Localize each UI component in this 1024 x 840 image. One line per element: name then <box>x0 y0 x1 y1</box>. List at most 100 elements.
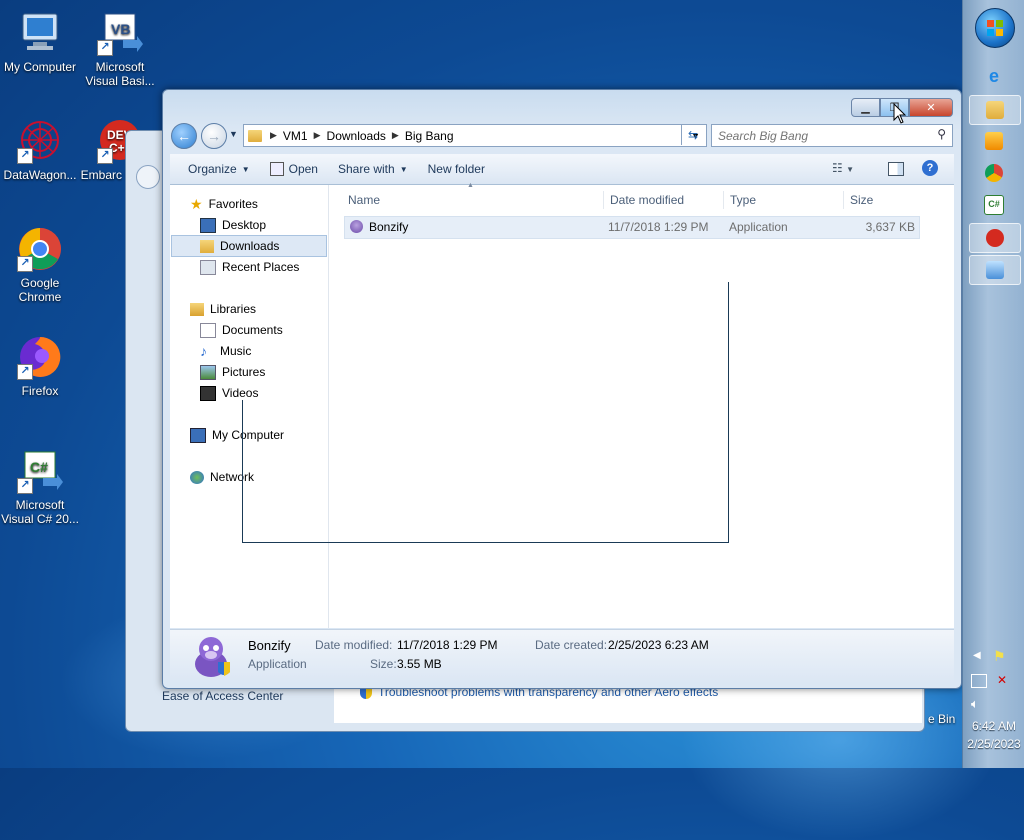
file-type: Application <box>729 220 788 234</box>
table-row[interactable]: Bonzify 11/7/2018 1:29 PM Application 3,… <box>344 216 920 239</box>
back-button[interactable]: ← <box>171 123 197 149</box>
computer-icon <box>17 10 63 56</box>
start-button[interactable] <box>975 8 1015 48</box>
nav-item-recent-places[interactable]: Recent Places <box>200 257 299 277</box>
desktop-icon-datawagon[interactable]: ↗ DataWagon... <box>0 118 80 182</box>
shortcut-arrow-icon: ↗ <box>97 40 113 56</box>
shortcut-arrow-icon: ↗ <box>17 256 33 272</box>
network-icon <box>190 470 204 484</box>
column-header-name[interactable]: Name <box>342 191 604 209</box>
desktop-icon-label: My Computer <box>3 60 77 74</box>
music-icon: ♪ <box>200 343 207 359</box>
desktop-icon-chrome[interactable]: ↗ Google Chrome <box>0 226 80 304</box>
visual-csharp-icon: C# ↗ <box>17 448 63 494</box>
taskbar: e C# ◀ ⚑ ✕ 🔈︎ 6:42 AM 2/25/2023 <box>962 0 1024 768</box>
recent-pages-chevron-icon[interactable]: ▼ <box>229 129 238 139</box>
nav-item-desktop[interactable]: Desktop <box>200 215 266 235</box>
computer-icon <box>190 427 206 443</box>
svg-text:C#: C# <box>30 459 48 475</box>
videos-icon <box>200 385 216 401</box>
open-icon <box>269 162 284 176</box>
desktop-icon-label: Firefox <box>21 384 59 398</box>
control-panel-icon <box>986 261 1004 279</box>
details-date-created-label: Date created: <box>535 638 608 652</box>
network-error-icon: ✕ <box>997 673 1008 687</box>
breadcrumb-downloads[interactable]: Downloads <box>321 129 392 143</box>
address-bar[interactable]: ▶ VM1 ▶ Downloads ▶ Big Bang ▼ <box>243 124 707 147</box>
visual-basic-icon: VB ↗ <box>97 10 143 56</box>
desktop-icon-label: Microsoft Visual Basi... <box>85 60 155 88</box>
desktop-icon-visual-basic[interactable]: VB ↗ Microsoft Visual Basi... <box>80 10 160 88</box>
desktop-icon-label: DataWagon... <box>3 168 77 182</box>
desktop-icon-visual-csharp[interactable]: C# ↗ Microsoft Visual C# 20... <box>0 448 80 526</box>
show-hidden-icons-chevron-icon[interactable]: ◀ <box>973 650 981 661</box>
taskbar-time[interactable]: 6:42 AM <box>963 719 1024 733</box>
breadcrumb-chevron-icon[interactable]: ▶ <box>392 130 399 141</box>
breadcrumb-big-bang[interactable]: Big Bang <box>399 129 460 143</box>
desktop-icon-my-computer[interactable]: My Computer <box>0 10 80 74</box>
shortcut-arrow-icon: ↗ <box>17 478 33 494</box>
svg-text:VB: VB <box>111 21 130 37</box>
taskbar-chrome-button[interactable] <box>969 159 1019 187</box>
datawagon-icon: ↗ <box>17 118 63 164</box>
nav-item-favorites[interactable]: ★ Favorites <box>190 194 258 214</box>
taskbar-ie-button[interactable]: e <box>969 62 1019 90</box>
new-folder-button[interactable]: New folder <box>418 162 495 176</box>
background-window-back-button[interactable] <box>136 165 160 189</box>
help-icon: ? <box>926 162 934 174</box>
column-header-type[interactable]: Type <box>724 191 844 209</box>
open-button[interactable]: Open <box>260 162 328 176</box>
file-name: Bonzify <box>369 220 409 234</box>
minimize-icon: ▁ <box>861 102 870 114</box>
organize-button[interactable]: Organize ▼ <box>178 162 260 176</box>
breadcrumb-chevron-icon[interactable]: ▶ <box>314 130 321 141</box>
chevron-down-icon: ▼ <box>241 164 250 174</box>
taskbar-date[interactable]: 2/25/2023 <box>963 737 1024 751</box>
share-with-button[interactable]: Share with ▼ <box>328 162 418 176</box>
search-icon[interactable]: ⚲ <box>937 127 946 141</box>
sort-indicator-icon: ▲ <box>467 182 474 189</box>
details-date-created: 2/25/2023 6:23 AM <box>608 638 709 652</box>
documents-icon <box>200 322 216 338</box>
desktop-icon-label: Microsoft Visual C# 20... <box>1 498 79 526</box>
taskbar-control-panel-button[interactable] <box>969 255 1021 285</box>
mouse-cursor-icon <box>893 103 907 124</box>
file-size: 3,637 KB <box>865 220 915 234</box>
taskbar-explorer-button[interactable] <box>969 95 1021 125</box>
taskbar-media-player-button[interactable] <box>969 127 1019 155</box>
change-view-button[interactable]: ☷ ▼ <box>832 161 854 175</box>
desktop-icon-label: Google Chrome <box>18 276 62 304</box>
search-box[interactable]: ⚲ <box>711 124 953 147</box>
breadcrumb-vm1[interactable]: VM1 <box>277 129 314 143</box>
nav-item-downloads[interactable]: Downloads <box>171 235 327 257</box>
taskbar-csharp-button[interactable]: C# <box>969 191 1019 219</box>
shortcut-arrow-icon: ↗ <box>97 148 113 164</box>
libraries-icon <box>190 302 204 316</box>
visual-csharp-icon: C# <box>984 195 1004 215</box>
view-list-icon: ☷ <box>832 161 843 175</box>
search-input[interactable] <box>716 127 930 144</box>
preview-pane-button[interactable] <box>888 162 904 176</box>
column-header-size[interactable]: Size <box>844 191 924 209</box>
action-center-icon[interactable]: ⚑ <box>993 648 1006 665</box>
ease-of-access-label[interactable]: Ease of Access Center <box>162 689 283 703</box>
back-arrow-icon: ← <box>177 128 191 144</box>
forward-button[interactable]: → <box>201 123 227 149</box>
column-header-date-modified[interactable]: Date modified <box>604 191 724 209</box>
details-pane: Bonzify Application Date modified: 11/7/… <box>170 629 954 682</box>
refresh-button[interactable]: ⇆ <box>681 124 704 145</box>
bonzi-app-icon <box>350 220 363 233</box>
folder-icon <box>986 101 1004 119</box>
minimize-button[interactable]: ▁ <box>851 98 880 117</box>
close-button[interactable]: ✕ <box>909 98 953 117</box>
forward-arrow-icon: → <box>207 128 221 144</box>
details-date-modified: 11/7/2018 1:29 PM <box>397 638 498 652</box>
help-button[interactable]: ? <box>922 160 938 176</box>
network-tray-icon[interactable] <box>971 674 987 688</box>
recycle-bin-label[interactable]: e Bin <box>928 712 955 726</box>
desktop-icon-firefox[interactable]: ↗ Firefox <box>0 334 80 398</box>
file-date-modified: 11/7/2018 1:29 PM <box>608 220 709 234</box>
volume-icon[interactable]: 🔈︎ <box>971 696 979 712</box>
taskbar-devcpp-button[interactable] <box>969 223 1021 253</box>
breadcrumb-chevron-icon[interactable]: ▶ <box>270 130 277 141</box>
